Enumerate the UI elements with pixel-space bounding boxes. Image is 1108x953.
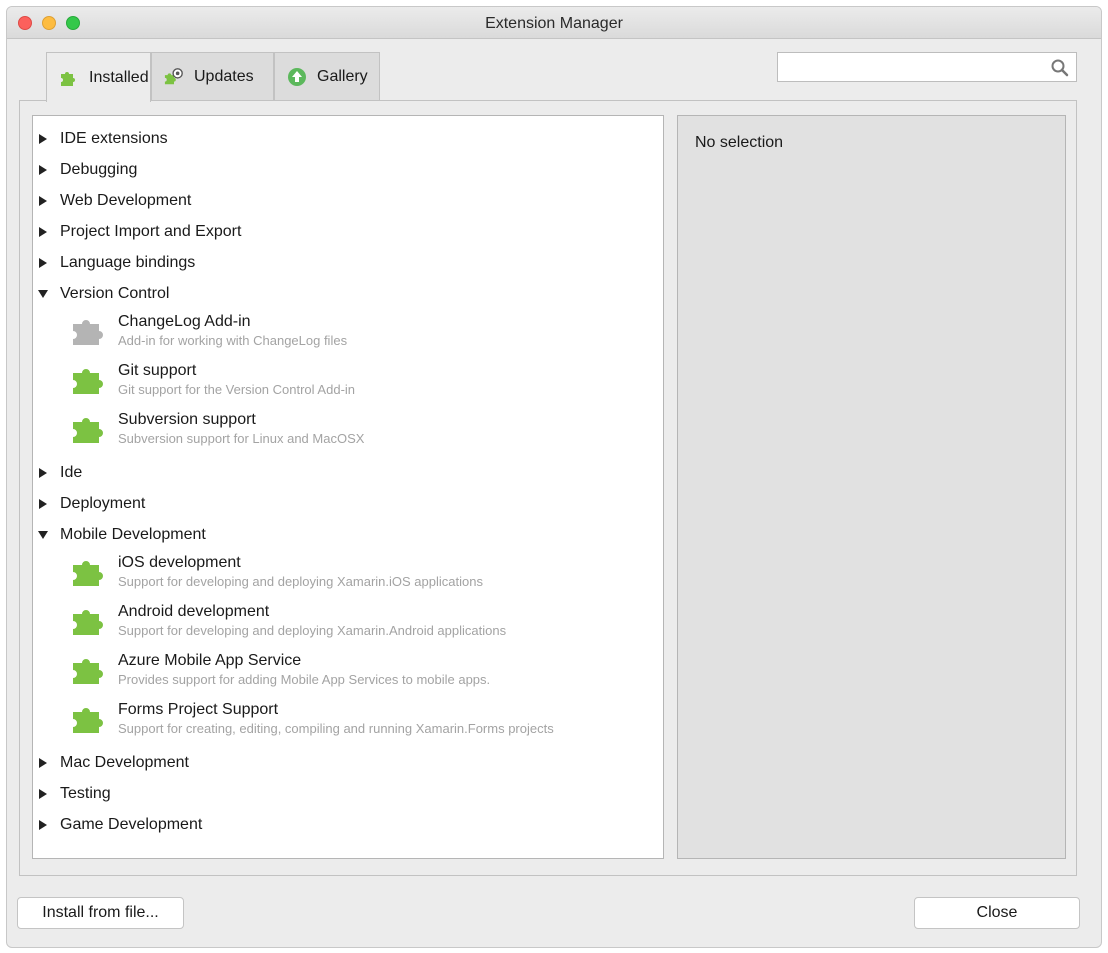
extension-description: Support for creating, editing, compiling… (118, 721, 554, 736)
tab-gallery[interactable]: Gallery (274, 52, 380, 100)
search-input[interactable] (778, 53, 1044, 81)
extension-name: Android development (118, 603, 270, 620)
close-button[interactable]: Close (914, 897, 1080, 929)
tab-updates-label: Updates (194, 67, 254, 85)
extension-name: Forms Project Support (118, 701, 279, 718)
tree-category-label: Project Import and Export (60, 223, 242, 240)
tree-category[interactable]: Language bindings (33, 251, 195, 275)
disclosure-collapsed-icon[interactable] (38, 196, 48, 206)
install-from-file-button[interactable]: Install from file... (17, 897, 184, 929)
tree-category-label: Language bindings (60, 254, 196, 271)
disclosure-collapsed-icon[interactable] (38, 258, 48, 268)
disclosure-collapsed-icon[interactable] (38, 468, 48, 478)
extension-item[interactable]: ChangeLog Add-in Add-in for working with … (69, 313, 649, 357)
extension-item[interactable]: Forms Project Support Support for creatin… (69, 701, 649, 745)
tree-category-label: Version Control (60, 285, 170, 302)
extension-name: Git support (118, 362, 197, 379)
puzzle-icon (69, 366, 109, 396)
extension-description: Provides support for adding Mobile App S… (118, 672, 491, 687)
tree-category[interactable]: Mac Development (33, 751, 189, 775)
tree-category[interactable]: Web Development (33, 189, 191, 213)
disclosure-expanded-icon[interactable] (38, 530, 48, 540)
tab-updates[interactable]: Updates (151, 52, 274, 100)
tree-category-label: Game Development (60, 816, 203, 833)
search-field[interactable] (777, 52, 1077, 82)
no-selection-text: No selection (695, 134, 784, 151)
puzzle-icon (69, 607, 109, 637)
extension-tree[interactable]: IDE extensions Debugging Web Development Pr… (32, 115, 664, 859)
tree-category[interactable]: IDE extensions (33, 127, 168, 151)
extension-item[interactable]: iOS development Support for developing an… (69, 554, 649, 598)
puzzle-icon (69, 705, 109, 735)
tree-category[interactable]: Debugging (33, 158, 137, 182)
tab-installed-label: Installed (89, 68, 149, 86)
tree-category[interactable]: Game Development (33, 813, 202, 837)
details-panel: No selection (677, 115, 1066, 859)
tab-gallery-label: Gallery (317, 67, 368, 85)
extension-name: iOS development (118, 554, 241, 571)
extension-name: ChangeLog Add-in (118, 313, 251, 330)
tree-category[interactable]: Ide (33, 461, 82, 485)
tree-category-label: Ide (60, 464, 83, 481)
window-title: Extension Manager (485, 15, 623, 32)
puzzle-icon (69, 558, 109, 588)
tree-category[interactable]: Testing (33, 782, 111, 806)
puzzle-icon (69, 656, 109, 686)
tab-installed[interactable]: Installed (46, 52, 151, 102)
extension-description: Subversion support for Linux and MacOSX (118, 431, 365, 446)
tree-category-label: Mobile Development (60, 526, 206, 543)
puzzle-icon (69, 415, 109, 445)
disclosure-collapsed-icon[interactable] (38, 499, 48, 509)
extension-name: Subversion support (118, 411, 256, 428)
extension-item[interactable]: Git support Git support for the Version C… (69, 362, 649, 406)
search-icon[interactable] (1050, 58, 1070, 78)
extension-item[interactable]: Subversion support Subversion support for… (69, 411, 649, 455)
tree-category[interactable]: Deployment (33, 492, 145, 516)
puzzle-disabled-icon (69, 317, 109, 347)
tree-category[interactable]: Version Control (33, 282, 169, 306)
puzzle-icon (59, 68, 79, 88)
disclosure-collapsed-icon[interactable] (38, 134, 48, 144)
tree-category-label: Web Development (60, 192, 192, 209)
tree-category-label: Deployment (60, 495, 146, 512)
extension-description: Add-in for working with ChangeLog files (118, 333, 348, 348)
tree-category-label: Testing (60, 785, 111, 802)
gallery-up-arrow-icon (287, 67, 307, 87)
disclosure-collapsed-icon[interactable] (38, 758, 48, 768)
extension-description: Git support for the Version Control Add-… (118, 382, 356, 397)
tree-category-label: IDE extensions (60, 130, 168, 147)
disclosure-collapsed-icon[interactable] (38, 165, 48, 175)
extension-item[interactable]: Azure Mobile App Service Provides support… (69, 652, 649, 696)
disclosure-expanded-icon[interactable] (38, 289, 48, 299)
tree-category-label: Mac Development (60, 754, 189, 771)
disclosure-collapsed-icon[interactable] (38, 820, 48, 830)
extension-description: Support for developing and deploying Xam… (118, 623, 507, 638)
extension-name: Azure Mobile App Service (118, 652, 302, 669)
extension-description: Support for developing and deploying Xam… (118, 574, 483, 589)
tree-category[interactable]: Mobile Development (33, 523, 206, 547)
extension-item[interactable]: Android development Support for developin… (69, 603, 649, 647)
title-bar[interactable]: Extension Manager (7, 7, 1101, 39)
disclosure-collapsed-icon[interactable] (38, 789, 48, 799)
disclosure-collapsed-icon[interactable] (38, 227, 48, 237)
tree-category[interactable]: Project Import and Export (33, 220, 241, 244)
tree-category-label: Debugging (60, 161, 138, 178)
puzzle-update-icon (164, 67, 184, 87)
